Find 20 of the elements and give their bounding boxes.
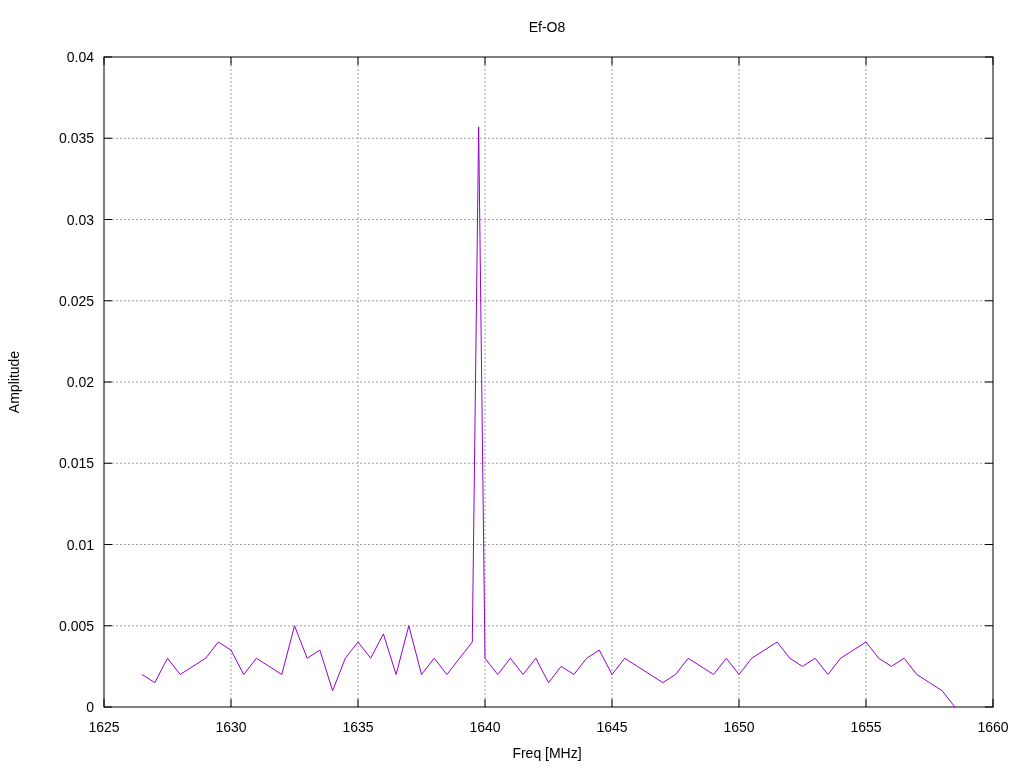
y-tick-label: 0.035 bbox=[58, 130, 94, 147]
y-tick-label: 0.03 bbox=[66, 211, 94, 228]
y-tick-label: 0 bbox=[86, 699, 94, 715]
x-tick-label: 1630 bbox=[215, 719, 247, 735]
y-axis-label: Amplitude bbox=[6, 350, 22, 414]
x-tick-label: 1635 bbox=[342, 719, 374, 735]
y-tick-label: 0.02 bbox=[66, 374, 94, 390]
x-tick-label: 1640 bbox=[469, 719, 501, 735]
x-tick-label: 1645 bbox=[596, 719, 628, 735]
y-tick-label: 0.04 bbox=[66, 49, 94, 65]
chart-title: Ef-O8 bbox=[528, 19, 566, 35]
y-tick-label: 0.005 bbox=[58, 617, 94, 634]
x-tick-label: 1625 bbox=[88, 719, 120, 735]
y-tick-label: 0.025 bbox=[58, 292, 94, 309]
y-tick-label: 0.01 bbox=[66, 536, 94, 553]
x-tick-label: 1650 bbox=[723, 719, 755, 735]
x-axis-label: Freq [MHz] bbox=[512, 745, 582, 761]
y-tick-label: 0.015 bbox=[58, 455, 94, 472]
x-tick-label: 1660 bbox=[977, 719, 1009, 735]
x-tick-label: 1655 bbox=[850, 719, 882, 735]
